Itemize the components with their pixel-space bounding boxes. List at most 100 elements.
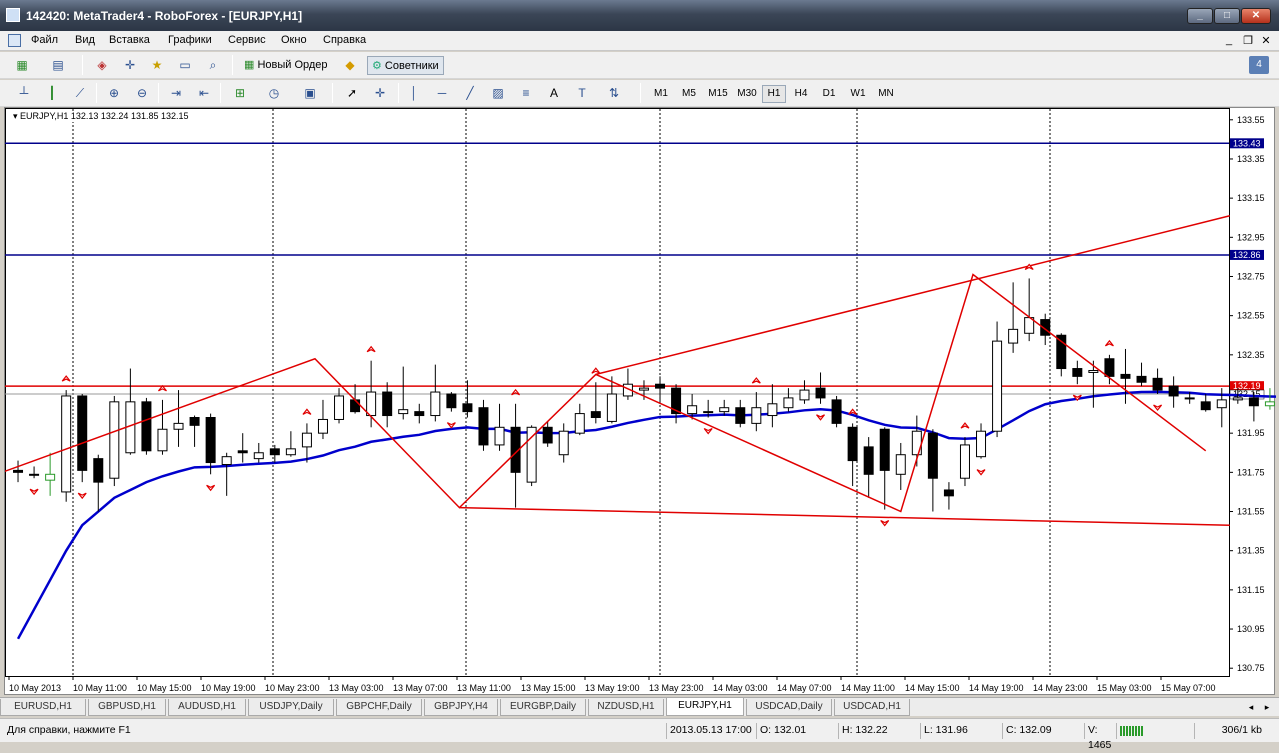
tab-audusd-h1[interactable]: AUDUSD,H1: [168, 699, 246, 716]
y-tick-label: 131.75: [1237, 467, 1265, 477]
menu-view[interactable]: Вид: [75, 34, 95, 46]
navigator-icon[interactable]: ★: [147, 56, 167, 74]
market-watch-icon[interactable]: ◈: [92, 56, 112, 74]
mdi-close-icon[interactable]: ✕: [1259, 34, 1273, 47]
x-tick-label: 14 May 03:00: [713, 683, 768, 693]
bar-chart-icon[interactable]: ┴: [14, 84, 34, 102]
mdi-minimize-icon[interactable]: _: [1222, 34, 1236, 46]
candle-body: [285, 448, 296, 456]
tf-m30[interactable]: M30: [733, 85, 761, 103]
tab-scroll-left-icon[interactable]: ◂: [1244, 701, 1258, 714]
x-tick-label: 13 May 07:00: [393, 683, 448, 693]
zoom-in-icon[interactable]: ⊕: [104, 84, 124, 102]
fibonacci-icon[interactable]: ≡: [516, 84, 536, 102]
new-order-button[interactable]: ▦ Новый Ордер: [240, 56, 332, 75]
candle-body: [542, 426, 553, 444]
tf-mn[interactable]: MN: [873, 85, 899, 103]
x-tick-label: 14 May 19:00: [969, 683, 1024, 693]
tf-m15[interactable]: M15: [704, 85, 732, 103]
tab-eurjpy-h1[interactable]: EURJPY,H1: [666, 698, 744, 716]
data-window-icon[interactable]: ✛: [120, 56, 140, 74]
x-tick-label: 14 May 07:00: [777, 683, 832, 693]
tab-gbpjpy-h4[interactable]: GBPJPY,H4: [424, 699, 498, 716]
fractal-up-marker: [366, 345, 376, 353]
candlestick-chart-icon[interactable]: ┃: [42, 84, 62, 102]
horizontal-line-icon[interactable]: ─: [432, 84, 452, 102]
new-chart-icon[interactable]: ▦: [12, 56, 32, 74]
line-chart-icon[interactable]: ⟋: [70, 84, 90, 102]
periods-clock-icon[interactable]: ◷: [264, 84, 284, 102]
tab-scroll-right-icon[interactable]: ▸: [1260, 701, 1274, 714]
minimize-button[interactable]: _: [1187, 8, 1213, 24]
profiles-icon[interactable]: ▤: [48, 56, 68, 74]
chart-window-icon[interactable]: [8, 34, 21, 47]
candle-body: [173, 422, 184, 430]
menu-file[interactable]: Файл: [31, 34, 58, 46]
crosshair-icon[interactable]: ✛: [370, 84, 390, 102]
x-tick-label: 10 May 15:00: [137, 683, 192, 693]
menu-tools[interactable]: Сервис: [228, 34, 266, 46]
x-tick-label: 13 May 11:00: [457, 683, 511, 693]
menu-window[interactable]: Окно: [281, 34, 307, 46]
text-label-icon[interactable]: T: [572, 84, 592, 102]
candle-body: [735, 407, 746, 424]
templates-icon[interactable]: ▣: [300, 84, 320, 102]
warning-icon[interactable]: ◆: [340, 56, 360, 74]
cursor-icon[interactable]: ➚: [342, 84, 362, 102]
candle-body: [1136, 375, 1147, 383]
notification-badge[interactable]: 4: [1249, 56, 1269, 74]
channel-line: [459, 506, 1230, 526]
indicators-icon[interactable]: ⊞: [230, 84, 250, 102]
candle-body: [703, 411, 714, 414]
menu-charts[interactable]: Графики: [168, 34, 212, 46]
tf-d1[interactable]: D1: [816, 85, 842, 103]
candle-body: [157, 428, 168, 452]
autoscroll-icon[interactable]: ⇥: [166, 84, 186, 102]
chart-window[interactable]: 133.55 133.35 133.15 132.95 132.75 132.55 132.…: [4, 107, 1276, 696]
candle-body: [895, 454, 906, 475]
trendline-icon[interactable]: ╱: [460, 84, 480, 102]
tab-usdjpy-daily[interactable]: USDJPY,Daily: [248, 699, 334, 716]
close-button[interactable]: ✕: [1241, 8, 1271, 24]
fractal-down-marker: [976, 469, 986, 476]
fractal-up-marker: [751, 377, 761, 384]
candle-body: [943, 489, 954, 497]
channel-icon[interactable]: ▨: [488, 84, 508, 102]
experts-label: Советники: [384, 60, 439, 72]
tf-h1[interactable]: H1: [762, 85, 786, 103]
tab-eurgbp-daily[interactable]: EURGBP,Daily: [500, 699, 586, 716]
strategy-tester-icon[interactable]: ⌕: [203, 56, 223, 74]
tab-gbpusd-h1[interactable]: GBPUSD,H1: [88, 699, 166, 716]
terminal-icon[interactable]: ▭: [175, 56, 195, 74]
fractal-down-marker: [1153, 404, 1163, 411]
tab-usdcad-h1[interactable]: USDCAD,H1: [834, 699, 910, 716]
fractal-up-marker: [960, 422, 970, 429]
text-icon[interactable]: A: [544, 84, 564, 102]
chart-shift-icon[interactable]: ⇤: [194, 84, 214, 102]
maximize-button[interactable]: □: [1214, 8, 1240, 24]
menu-insert[interactable]: Вставка: [109, 34, 150, 46]
candle-body: [478, 407, 489, 446]
chart-header: ▾ EURJPY,H1 132.13 132.24 131.85 132.15: [11, 111, 191, 122]
vertical-line-icon[interactable]: │: [404, 84, 424, 102]
tf-m5[interactable]: M5: [676, 85, 702, 103]
candle-body: [334, 395, 345, 420]
experts-button[interactable]: ⚙ Советники: [367, 56, 444, 75]
status-bar: Для справки, нажмите F1 2013.05.13 17:00…: [0, 718, 1279, 751]
tf-h4[interactable]: H4: [788, 85, 814, 103]
tab-gbpchf-daily[interactable]: GBPCHF,Daily: [336, 699, 422, 716]
tab-nzdusd-h1[interactable]: NZDUSD,H1: [588, 699, 664, 716]
candle-body: [269, 448, 280, 456]
price-chart[interactable]: 133.55 133.35 133.15 132.95 132.75 132.55 132.…: [5, 108, 1276, 696]
mdi-restore-icon[interactable]: ❐: [1241, 34, 1255, 47]
menu-help[interactable]: Справка: [323, 34, 366, 46]
tf-w1[interactable]: W1: [844, 85, 872, 103]
y-tick-label: 133.55: [1237, 115, 1265, 125]
new-order-label: Новый Ордер: [257, 59, 328, 71]
tf-m1[interactable]: M1: [648, 85, 674, 103]
arrows-icon[interactable]: ⇅: [604, 84, 624, 102]
tab-eurusd-h1[interactable]: EURUSD,H1: [0, 699, 86, 716]
fractal-up-marker: [302, 408, 312, 415]
zoom-out-icon[interactable]: ⊖: [132, 84, 152, 102]
tab-usdcad-daily[interactable]: USDCAD,Daily: [746, 699, 832, 716]
